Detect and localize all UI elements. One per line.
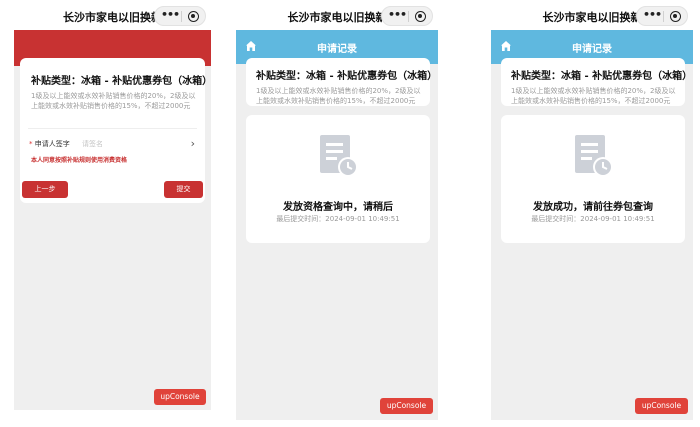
title-bar: 长沙市家电以旧换新 ••• (491, 2, 693, 30)
upconsole-button[interactable]: upConsole (154, 389, 206, 405)
document-clock-icon (320, 135, 358, 177)
required-mark: * (29, 140, 33, 148)
close-target-icon[interactable] (415, 11, 426, 22)
subsidy-type: 补贴类型：冰箱 - 补贴优惠券包（冰箱） (31, 76, 211, 87)
signature-field[interactable]: 请签名 (82, 139, 103, 149)
menu-capsule[interactable]: ••• (381, 6, 433, 26)
upconsole-button[interactable]: upConsole (635, 398, 688, 414)
menu-capsule[interactable]: ••• (636, 6, 688, 26)
close-target-icon[interactable] (670, 11, 681, 22)
subsidy-card: 补贴类型：冰箱 - 补贴优惠券包（冰箱） 1级及以上能效或水效补贴销售价格的20… (501, 58, 693, 106)
more-icon[interactable]: ••• (643, 8, 662, 21)
document-clock-icon (575, 135, 613, 177)
applicant-label-text: 申请人签字 (34, 140, 70, 148)
subsidy-type: 补贴类型：冰箱 - 补贴优惠券包（冰箱） (256, 71, 438, 82)
phone-screen-querying: 长沙市家电以旧换新 ••• 申请记录 补贴类型：冰箱 - 补贴优惠券包（冰箱） … (236, 2, 438, 420)
chevron-right-icon[interactable]: › (191, 137, 195, 150)
status-title: 发放资格查询中，请稍后 (283, 202, 393, 213)
menu-capsule[interactable]: ••• (154, 6, 206, 26)
applicant-label: * 申请人签字 (29, 139, 70, 149)
capsule-separator (181, 11, 182, 22)
submit-button[interactable]: 提交 (164, 181, 203, 198)
phone-screen-apply: 长沙市家电以旧换新 ••• 补贴类型：冰箱 - 补贴优惠券包（冰箱） 1级及以上… (14, 2, 211, 410)
submit-time: 最后提交时间：2024-09-01 10:49:51 (276, 215, 400, 223)
more-icon[interactable]: ••• (161, 8, 180, 21)
page-header-title: 申请记录 (317, 44, 357, 55)
agreement-text: 本人同意按照补贴规则使用消费资格 (31, 157, 128, 164)
capsule-separator (663, 11, 664, 22)
more-icon[interactable]: ••• (388, 8, 407, 21)
title-bar: 长沙市家电以旧换新 ••• (14, 2, 211, 30)
upconsole-button[interactable]: upConsole (380, 398, 433, 414)
page-header-title: 申请记录 (572, 44, 612, 55)
subsidy-description: 1级及以上能效或水效补贴销售价格的20%，2级及以上能效或水效补贴销售价格的15… (31, 92, 196, 110)
status-card: 发放资格查询中，请稍后 最后提交时间：2024-09-01 10:49:51 (246, 115, 430, 243)
submit-time: 最后提交时间：2024-09-01 10:49:51 (531, 215, 655, 223)
phone-screen-success: 长沙市家电以旧换新 ••• 申请记录 补贴类型：冰箱 - 补贴优惠券包（冰箱） … (491, 2, 693, 420)
close-target-icon[interactable] (188, 11, 199, 22)
subsidy-description: 1级及以上能效或水效补贴销售价格的20%，2级及以上能效或水效补贴销售价格的15… (511, 87, 676, 105)
title-bar: 长沙市家电以旧换新 ••• (236, 2, 438, 30)
prev-step-button[interactable]: 上一步 (22, 181, 68, 198)
status-title: 发放成功，请前往券包查询 (533, 202, 653, 213)
capsule-separator (408, 11, 409, 22)
status-card: 发放成功，请前往券包查询 最后提交时间：2024-09-01 10:49:51 (501, 115, 685, 243)
subsidy-type: 补贴类型：冰箱 - 补贴优惠券包（冰箱） (511, 71, 693, 82)
divider (28, 128, 197, 129)
subsidy-card: 补贴类型：冰箱 - 补贴优惠券包（冰箱） 1级及以上能效或水效补贴销售价格的20… (246, 58, 438, 106)
subsidy-description: 1级及以上能效或水效补贴销售价格的20%，2级及以上能效或水效补贴销售价格的15… (256, 87, 421, 105)
